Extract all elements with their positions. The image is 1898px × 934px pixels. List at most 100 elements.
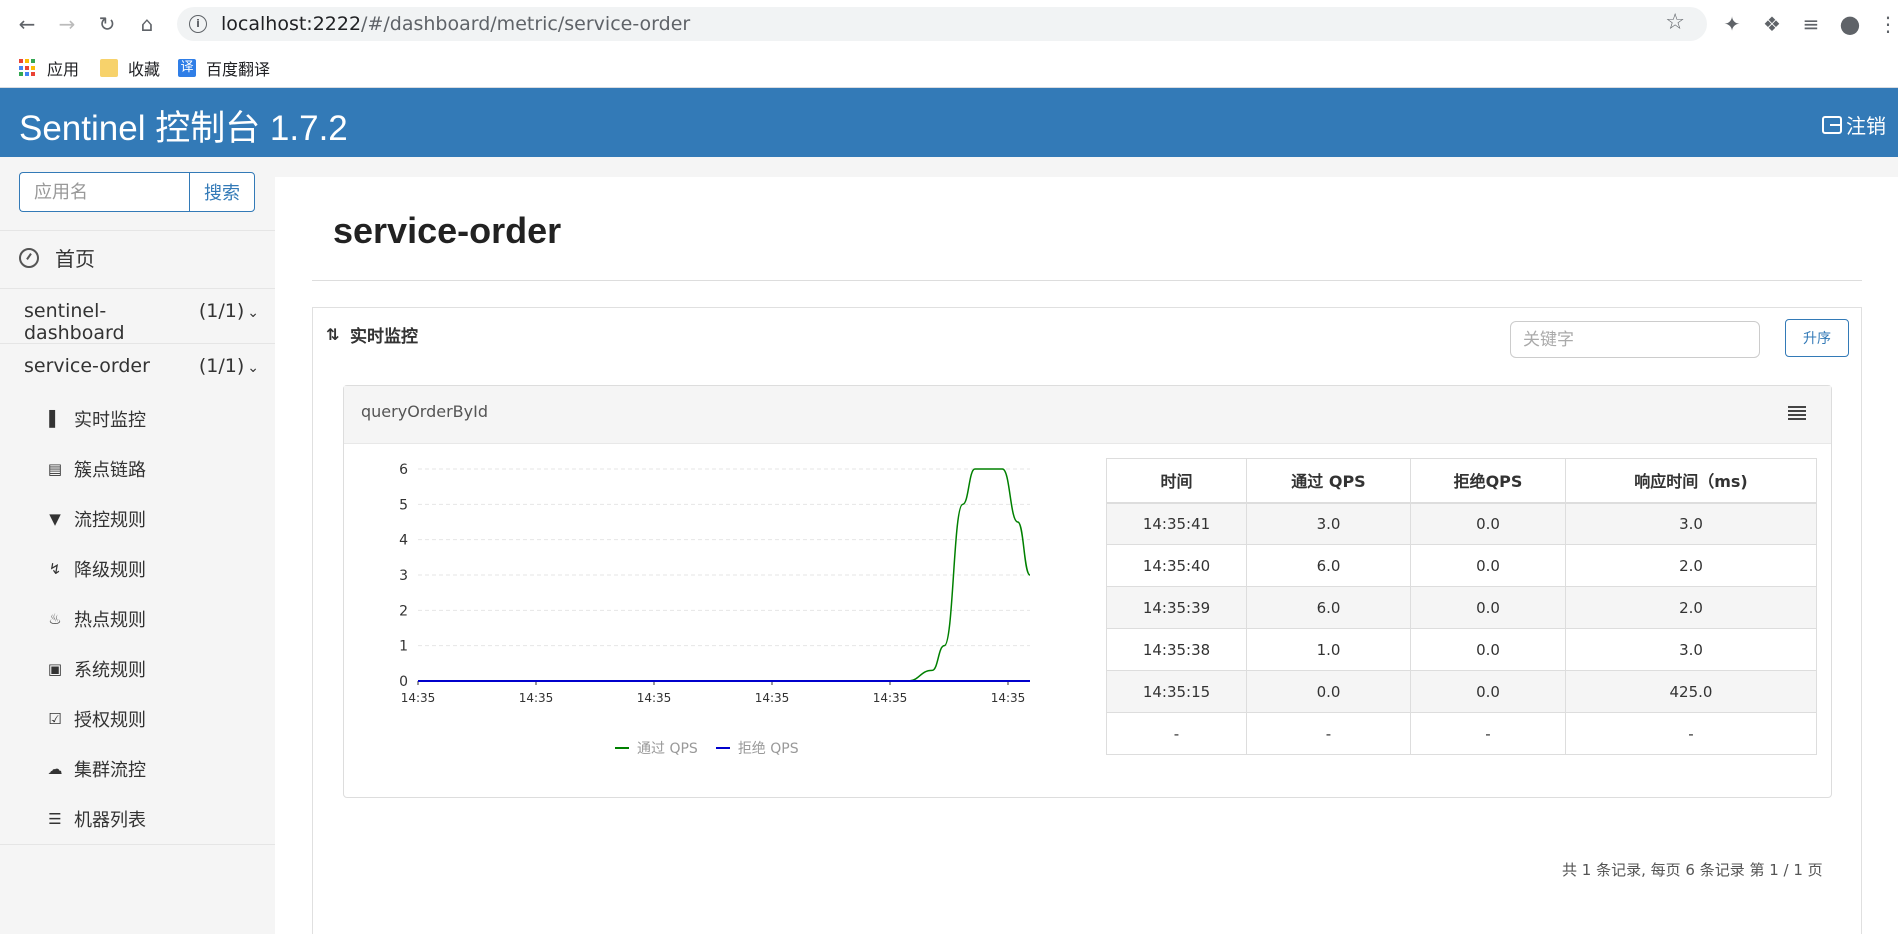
table-cell: 0.0 xyxy=(1410,670,1566,713)
bookmark-apps[interactable]: 应用 xyxy=(19,56,79,80)
table-row: 14:35:38 1.0 0.0 3.0 xyxy=(1106,628,1817,671)
site-info-icon[interactable]: i xyxy=(189,15,207,33)
logout-icon xyxy=(1822,115,1842,134)
hamburger-menu-icon[interactable] xyxy=(1788,406,1806,420)
y-tick-label: 0 xyxy=(399,674,408,690)
table-cell: 3.0 xyxy=(1246,502,1411,545)
reload-icon[interactable]: ↻ xyxy=(95,12,119,36)
check-icon: ☑ xyxy=(48,710,62,728)
back-arrow-icon[interactable]: ← xyxy=(15,12,39,36)
x-tick-label: 14:35 xyxy=(755,691,790,705)
list-alt-icon: ▤ xyxy=(47,460,63,478)
profile-avatar-icon[interactable]: ● xyxy=(1838,12,1862,36)
x-tick-label: 14:35 xyxy=(637,691,672,705)
x-tick-label: 14:35 xyxy=(873,691,908,705)
browser-toolbar: ← → ↻ ⌂ i localhost:2222/#/dashboard/met… xyxy=(0,0,1898,48)
sidebar-app-sentinel-dashboard[interactable]: sentinel-dashboard (1/1) ⌄ xyxy=(24,300,259,344)
menu-machine-list[interactable]: ☰ 机器列表 xyxy=(46,806,146,832)
home-icon[interactable]: ⌂ xyxy=(135,12,159,36)
sidebar-divider xyxy=(0,343,275,344)
url-text[interactable]: localhost:2222/#/dashboard/metric/servic… xyxy=(221,13,690,35)
table-cell: 1.0 xyxy=(1246,628,1411,671)
table-row: ---- xyxy=(1106,712,1817,755)
sidebar: 搜索 首页 sentinel-dashboard (1/1)⌄ service-… xyxy=(0,157,275,934)
resource-card-header xyxy=(344,386,1831,444)
x-tick-label: 14:35 xyxy=(401,691,436,705)
table-header-row: 时间 通过 QPS 拒绝QPS 响应时间（ms) xyxy=(1106,458,1817,504)
menu-flow-rules[interactable]: ▼ 流控规则 xyxy=(46,506,146,532)
col-time: 时间 xyxy=(1106,458,1247,504)
table-row: 14:35:41 3.0 0.0 3.0 xyxy=(1106,502,1817,545)
more-menu-icon[interactable]: ⋮ xyxy=(1878,12,1898,36)
y-tick-label: 5 xyxy=(399,497,408,513)
table-cell: 6.0 xyxy=(1246,544,1411,587)
menu-realtime-monitor[interactable]: ▌​ 实时监控 xyxy=(46,406,146,432)
y-tick-label: 4 xyxy=(399,533,408,549)
app-search-input[interactable] xyxy=(19,172,189,212)
extension-bird-icon[interactable]: ✦ xyxy=(1720,12,1744,36)
sidebar-app-service-order[interactable]: service-order (1/1) ⌄ xyxy=(24,355,259,377)
sort-asc-button[interactable]: 升序 xyxy=(1785,319,1849,357)
menu-degrade-rules[interactable]: ↯ 降级规则 xyxy=(46,556,146,582)
forward-arrow-icon[interactable]: → xyxy=(55,12,79,36)
keyword-input[interactable] xyxy=(1510,321,1760,358)
qps-line-chart: 0 1 2 3 4 5 6 14:35 14:35 14:35 14:35 14:35 14:35 xyxy=(399,462,1031,705)
table-cell: 14:35:40 xyxy=(1106,544,1247,587)
lock-icon: ▣ xyxy=(47,660,63,678)
translate-icon: 译 xyxy=(178,59,196,77)
y-tick-label: 1 xyxy=(399,639,408,655)
table-cell: 14:35:38 xyxy=(1106,628,1247,671)
table-cell: 0.0 xyxy=(1246,670,1411,713)
x-tick-label: 14:35 xyxy=(991,691,1026,705)
table-cell: - xyxy=(1565,712,1817,755)
col-pass-qps: 通过 QPS xyxy=(1246,458,1411,504)
logout-button[interactable]: 注销 xyxy=(1822,110,1886,139)
resource-name: queryOrderById xyxy=(361,402,488,421)
filter-icon: ▼ xyxy=(49,510,61,528)
extensions-puzzle-icon[interactable]: ❖ xyxy=(1760,12,1784,36)
th-list-icon: ☰ xyxy=(48,810,62,828)
menu-auth-rules[interactable]: ☑ 授权规则 xyxy=(46,706,146,732)
table-row: 14:35:40 6.0 0.0 2.0 xyxy=(1106,544,1817,587)
sidebar-item-home[interactable]: 首页 xyxy=(19,243,95,272)
table-cell: 14:35:41 xyxy=(1106,502,1247,545)
menu-cluster-point-link[interactable]: ▤ 簇点链路 xyxy=(46,456,146,482)
bookmarks-bar: 应用 收藏 译 百度翻译 xyxy=(0,48,1898,88)
menu-system-rules[interactable]: ▣ 系统规则 xyxy=(46,656,146,682)
table-cell: 0.0 xyxy=(1410,628,1566,671)
y-tick-label: 2 xyxy=(399,603,408,619)
sidebar-divider xyxy=(0,288,275,289)
table-cell: 0.0 xyxy=(1410,544,1566,587)
table-cell: 2.0 xyxy=(1565,586,1817,629)
legend-swatch-green xyxy=(615,747,629,749)
dashboard-icon xyxy=(19,247,39,268)
table-cell: - xyxy=(1106,712,1247,755)
sidebar-divider xyxy=(0,230,275,231)
search-button[interactable]: 搜索 xyxy=(189,172,255,212)
sidebar-divider xyxy=(0,844,275,845)
menu-cluster-flow[interactable]: ☁ 集群流控 xyxy=(46,756,147,782)
table-cell: 3.0 xyxy=(1565,628,1817,671)
app-title[interactable]: Sentinel 控制台 1.7.2 xyxy=(19,100,348,151)
folder-icon xyxy=(100,59,118,77)
y-tick-label: 3 xyxy=(399,568,408,584)
table-row: 14:35:39 6.0 0.0 2.0 xyxy=(1106,586,1817,629)
table-cell: - xyxy=(1246,712,1411,755)
chevron-down-icon: ⌄ xyxy=(247,305,259,321)
legend-pass-qps[interactable]: 通过 QPS xyxy=(615,738,698,758)
app-header: Sentinel 控制台 1.7.2 注销 xyxy=(0,88,1898,157)
y-tick-label: 6 xyxy=(399,462,408,478)
table-cell: 0.0 xyxy=(1410,586,1566,629)
metrics-table: 时间 通过 QPS 拒绝QPS 响应时间（ms) 14:35:41 3.0 0.0 3… xyxy=(1106,458,1817,755)
legend-swatch-blue xyxy=(715,747,730,749)
media-control-icon[interactable]: ≡ xyxy=(1799,12,1823,36)
address-bar[interactable]: i localhost:2222/#/dashboard/metric/serv… xyxy=(177,7,1707,41)
legend-block-qps[interactable]: 拒绝 QPS xyxy=(715,738,799,758)
chart-legend: 通过 QPS 拒绝 QPS xyxy=(615,738,817,758)
bookmark-favorites[interactable]: 收藏 xyxy=(100,56,160,80)
menu-hotspot-rules[interactable]: ♨ 热点规则 xyxy=(46,606,146,632)
bookmark-star-icon[interactable]: ☆ xyxy=(1665,10,1685,35)
col-response-time: 响应时间（ms) xyxy=(1565,458,1817,504)
bookmark-baidu-translate[interactable]: 译 百度翻译 xyxy=(178,56,270,80)
table-cell: 425.0 xyxy=(1565,670,1817,713)
